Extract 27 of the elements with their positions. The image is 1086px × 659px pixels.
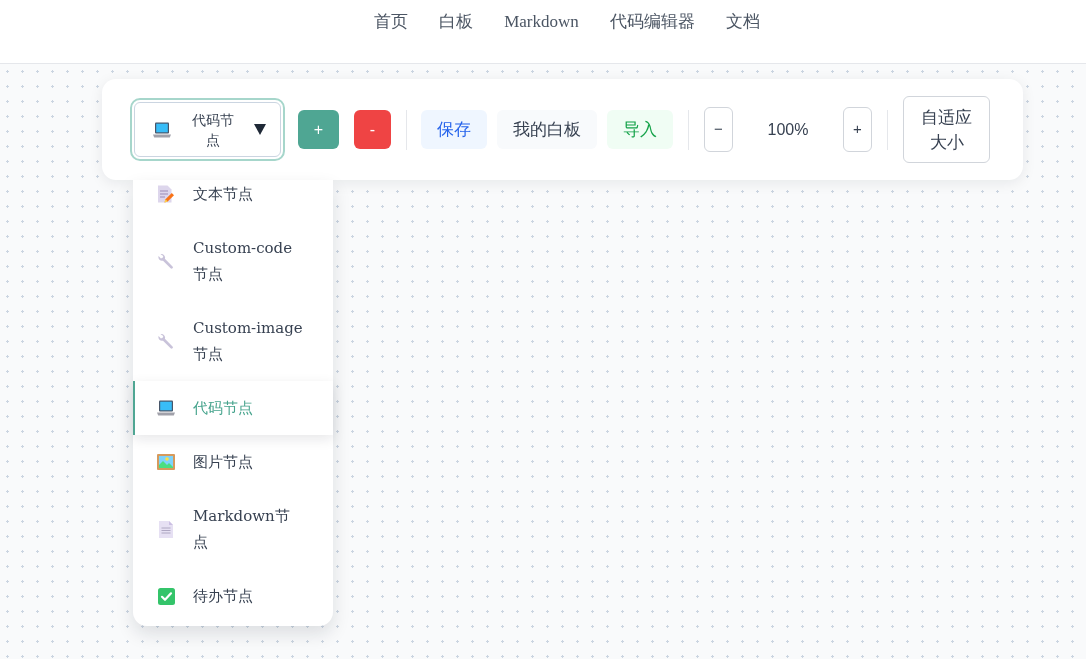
check-box-icon [157, 587, 175, 605]
wrench-icon [158, 253, 174, 269]
dropdown-option[interactable]: Markdown节点 [133, 489, 333, 569]
zoom-out-button[interactable]: − [704, 107, 733, 152]
wrench-icon [158, 333, 174, 349]
landscape-picture-icon [157, 454, 175, 470]
fit-size-button[interactable]: 自适应大小 [903, 96, 990, 163]
nav-link[interactable]: 代码编辑器 [609, 10, 695, 34]
dropdown-option[interactable]: 待办节点 [133, 569, 333, 623]
laptop-icon [153, 121, 171, 138]
nav-link[interactable]: 白板 [439, 10, 474, 34]
save-button[interactable]: 保存 [421, 110, 487, 149]
dropdown-option[interactable]: Custom-code节点 [133, 221, 333, 301]
laptop-icon [157, 400, 175, 416]
dropdown-option[interactable]: 文本节点 [133, 180, 333, 221]
caret-down-icon [254, 124, 266, 135]
nav-link[interactable]: Markdown [504, 10, 579, 34]
nav-link[interactable]: 首页 [374, 10, 409, 34]
delete-node-button[interactable]: - [354, 110, 391, 149]
zoom-in-button[interactable]: + [843, 107, 872, 152]
memo-pencil-icon [157, 185, 175, 203]
my-boards-button[interactable]: 我的白板 [497, 110, 597, 149]
nav-link[interactable]: 文档 [725, 10, 760, 34]
document-icon [159, 520, 173, 538]
dropdown-option[interactable]: 图片节点 [133, 435, 333, 489]
zoom-level: 100% [766, 119, 810, 140]
dropdown-option[interactable]: Custom-image节点 [133, 301, 333, 381]
